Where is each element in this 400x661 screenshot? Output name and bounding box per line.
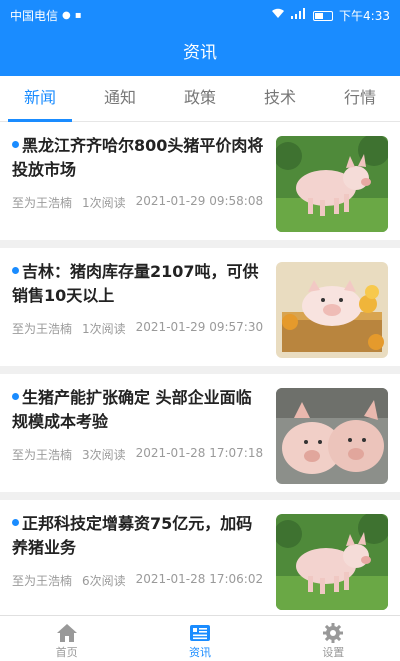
article-thumbnail-piglet-in-basket [276,262,388,358]
article-list: 黑龙江齐齐哈尔800头猪平价肉将投放市场 至为王浩楠 1次阅读 2021-01-… [0,122,400,615]
bullet-dot-icon [12,267,19,274]
article-meta: 至为王浩楠 1次阅读 2021-01-29 09:57:30 [12,320,263,337]
home-icon [56,624,77,642]
article-item[interactable]: 黑龙江齐齐哈尔800头猪平价肉将投放市场 至为王浩楠 1次阅读 2021-01-… [0,122,400,240]
article-meta: 至为王浩楠 1次阅读 2021-01-29 09:58:08 [12,194,263,211]
tab-technology[interactable]: 技术 [240,76,320,121]
article-reads: 1次阅读 [82,322,126,336]
article-author: 至为王浩楠 [12,322,73,336]
nav-label: 首页 [55,646,78,659]
notification-icon: ▪ [74,9,82,21]
article-title-text: 生猪产能扩张确定 头部企业面临规模成本考验 [12,388,252,431]
bullet-dot-icon [12,393,19,400]
status-bar: 中国电信 ● ▪ 下午4:33 [0,0,400,30]
article-title-text: 黑龙江齐齐哈尔800头猪平价肉将投放市场 [12,136,264,179]
clock: 下午4:33 [339,9,390,23]
article-date: 2021-01-28 17:07:18 [135,446,264,460]
nav-home[interactable]: 首页 [0,616,133,661]
bullet-dot-icon [12,141,19,148]
bottom-nav: 首页 资讯 设置 [0,615,400,661]
tab-label: 技术 [263,88,296,107]
article-item[interactable]: 生猪产能扩张确定 头部企业面临规模成本考验 至为王浩楠 3次阅读 2021-01… [0,374,400,492]
article-reads: 3次阅读 [82,448,126,462]
category-tabs: 新闻 通知 政策 技术 行情 [0,76,400,122]
tab-label: 政策 [183,88,216,107]
nav-label: 资讯 [188,646,211,659]
article-date: 2021-01-28 17:06:02 [135,572,264,586]
article-title: 正邦科技定增募资75亿元，加码养猪业务 [12,512,267,560]
app-bar: 资讯 [0,30,400,76]
article-title-text: 正邦科技定增募资75亿元，加码养猪业务 [12,514,253,557]
article-meta: 至为王浩楠 6次阅读 2021-01-28 17:06:02 [12,572,263,589]
article-date: 2021-01-29 09:58:08 [135,194,264,208]
battery-icon [313,10,334,21]
article-thumbnail-two-pigs [276,388,388,484]
article-thumbnail-pig-on-grass [276,136,388,232]
tab-notices[interactable]: 通知 [80,76,160,121]
bullet-dot-icon [12,519,19,526]
article-item[interactable]: 正邦科技定增募资75亿元，加码养猪业务 至为王浩楠 6次阅读 2021-01-2… [0,500,400,615]
carrier-label: 中国电信 [10,9,59,23]
article-author: 至为王浩楠 [12,574,73,588]
nav-news[interactable]: 资讯 [133,616,266,661]
tab-market[interactable]: 行情 [320,76,400,121]
nav-settings[interactable]: 设置 [267,616,400,661]
article-title-text: 吉林：猪肉库存量2107吨，可供销售10天以上 [12,262,259,305]
article-item[interactable]: 吉林：猪肉库存量2107吨，可供销售10天以上 至为王浩楠 1次阅读 2021-… [0,248,400,366]
article-title: 吉林：猪肉库存量2107吨，可供销售10天以上 [12,260,267,308]
article-title: 生猪产能扩张确定 头部企业面临规模成本考验 [12,386,267,434]
signal-icon [291,8,307,23]
article-author: 至为王浩楠 [12,448,73,462]
tab-label: 行情 [343,88,376,107]
article-reads: 6次阅读 [82,574,126,588]
article-reads: 1次阅读 [82,196,126,210]
page-title: 资讯 [183,43,217,63]
article-author: 至为王浩楠 [12,196,73,210]
wifi-icon [271,8,285,23]
nav-label: 设置 [322,646,345,659]
news-icon [189,625,210,641]
wechat-notification-icon: ● [62,9,71,21]
tab-news[interactable]: 新闻 [0,76,80,122]
gear-icon [323,623,344,643]
article-date: 2021-01-29 09:57:30 [135,320,264,334]
tab-label: 新闻 [23,88,56,107]
tab-label: 通知 [103,88,136,107]
tab-policy[interactable]: 政策 [160,76,240,121]
article-meta: 至为王浩楠 3次阅读 2021-01-28 17:07:18 [12,446,263,463]
article-thumbnail-pig-on-grass [276,514,388,610]
article-title: 黑龙江齐齐哈尔800头猪平价肉将投放市场 [12,134,267,182]
